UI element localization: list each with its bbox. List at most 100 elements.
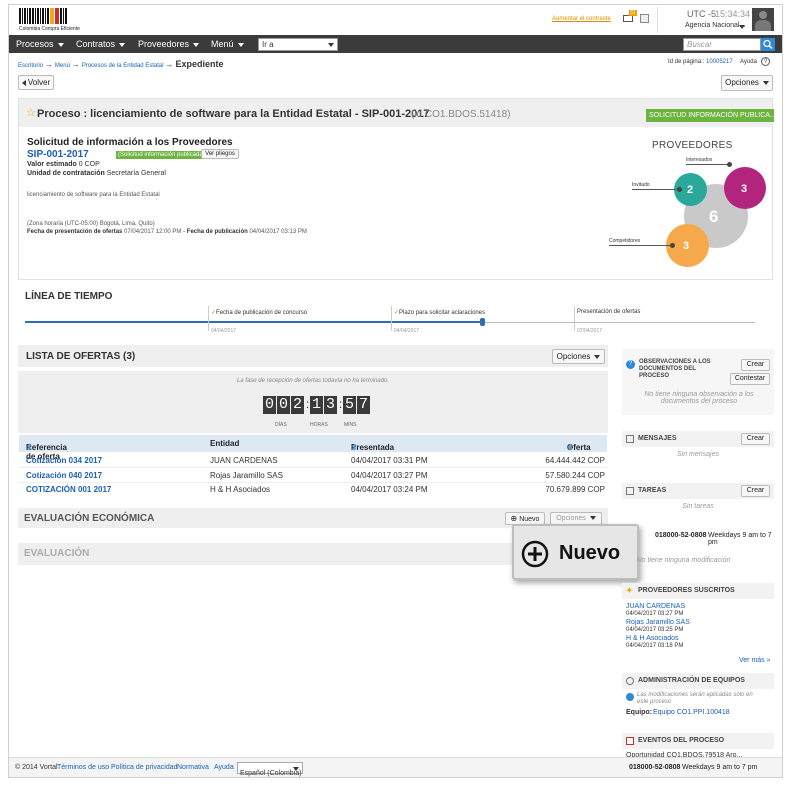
timeline-event-date: 04/04/2017 bbox=[211, 328, 237, 334]
table-row: Cotización 040 2017 Rojas Jaramillo SAS … bbox=[19, 469, 607, 483]
back-button[interactable]: Volver bbox=[18, 75, 54, 90]
options-button[interactable]: Opciones bbox=[721, 75, 773, 91]
offer-ref-link[interactable]: Cotización 040 2017 bbox=[26, 471, 102, 480]
bubble-competitors-value: 3 bbox=[683, 240, 690, 252]
footer-support-phone: 018000-52-0808 bbox=[629, 764, 681, 771]
nav-procesos[interactable]: Procesos bbox=[16, 35, 64, 53]
teams-header: ADMINISTRACIÓN DE EQUIPOS bbox=[622, 673, 774, 689]
increase-contrast-link[interactable]: Aumentar el contraste bbox=[552, 16, 611, 22]
eval-econ-title: EVALUACIÓN ECONÓMICA bbox=[24, 513, 155, 524]
observations-create-button[interactable]: Crear bbox=[741, 359, 770, 371]
colombia-compra-logo[interactable]: Colombia Compra Eficiente bbox=[19, 8, 83, 32]
zoom-callout: Nuevo bbox=[512, 524, 639, 580]
offer-date: 04/04/2017 03:24 PM bbox=[351, 485, 428, 494]
process-number-status: (Solicitud información publicada) bbox=[116, 151, 207, 159]
footer-terms-link[interactable]: Términos de uso bbox=[57, 764, 109, 771]
est-value-label: Valor estimado 0 COP bbox=[27, 161, 100, 168]
nav-contratos[interactable]: Contratos bbox=[76, 35, 126, 53]
clipboard-icon bbox=[626, 487, 634, 495]
view-pliegos-button[interactable]: Ver pliegos bbox=[201, 149, 239, 159]
observations-reply-button[interactable]: Contestar bbox=[730, 373, 770, 385]
offers-title: LISTA DE OFERTAS (3) bbox=[26, 351, 136, 362]
nav-menu[interactable]: Menú bbox=[211, 35, 244, 53]
language-select[interactable]: Español (Colombia) bbox=[237, 762, 303, 777]
subscribed-supplier-link[interactable]: Rojas Jaramillo SAS bbox=[626, 619, 690, 626]
breadcrumb-escritorio[interactable]: Escritorio bbox=[18, 63, 43, 69]
timeline-marker[interactable] bbox=[480, 318, 485, 326]
agency-selector[interactable]: Agencia Nacional... bbox=[685, 22, 745, 29]
breadcrumb-menu[interactable]: Menú bbox=[55, 63, 70, 69]
eval-econ-options-label: Opciones bbox=[556, 515, 586, 522]
footer-privacy-link[interactable]: Política de privacidad bbox=[111, 764, 178, 771]
team-icon bbox=[626, 677, 634, 685]
countdown-timer: 002:13:57 bbox=[263, 396, 371, 414]
process-number-link[interactable]: SIP-001-2017 bbox=[27, 149, 89, 160]
process-description: licenciamiento de software para la Entid… bbox=[27, 192, 160, 198]
timeline-divider bbox=[391, 306, 392, 331]
see-more-link[interactable]: Ver más » bbox=[739, 657, 771, 664]
user-avatar[interactable] bbox=[752, 8, 774, 31]
messages-create-button[interactable]: Crear bbox=[741, 433, 770, 445]
offers-options-label: Opciones bbox=[556, 352, 591, 361]
offer-ref-link[interactable]: COTIZACIÓN 001 2017 bbox=[26, 485, 111, 494]
page-id[interactable]: 10005217 bbox=[706, 59, 733, 65]
countdown-digit: 0 bbox=[263, 396, 276, 414]
search-button[interactable] bbox=[761, 38, 775, 51]
utc-label: UTC -5 bbox=[687, 9, 716, 19]
tasks-create-button[interactable]: Crear bbox=[741, 485, 770, 497]
calendar-icon[interactable] bbox=[640, 14, 649, 23]
subscribed-supplier-link[interactable]: H & H Asociados bbox=[626, 635, 679, 642]
star-icon[interactable]: ☆ bbox=[26, 106, 36, 119]
offer-ref-link[interactable]: Cotización 034 2017 bbox=[26, 456, 102, 465]
countdown-days: 002 bbox=[263, 396, 305, 414]
competitors-dot bbox=[670, 243, 675, 248]
suppliers-chart-title: PROVEEDORES bbox=[652, 140, 733, 151]
chevron-down-icon bbox=[57, 42, 64, 47]
goto-select[interactable]: Ir a bbox=[258, 38, 338, 51]
subscribed-supplier-link[interactable]: JUAN CARDENAS bbox=[626, 603, 685, 610]
footer-help-link[interactable]: Ayuda bbox=[214, 764, 234, 771]
observations-title: OBSERVACIONES A LOS DOCUMENTOS DEL PROCE… bbox=[639, 359, 711, 379]
interested-label: Interesados bbox=[686, 157, 713, 163]
breadcrumb-procesos[interactable]: Procesos de la Entidad Estatal bbox=[82, 63, 164, 69]
events-title: EVENTOS DEL PROCESO bbox=[638, 737, 725, 744]
help-icon[interactable]: ? bbox=[761, 57, 770, 66]
offer-entity: JUAN CARDENAS bbox=[210, 456, 278, 465]
goto-select-label: Ir a bbox=[262, 40, 274, 49]
offer-entity: Rojas Jaramillo SAS bbox=[210, 471, 283, 480]
chevron-down-icon bbox=[293, 767, 299, 771]
offer-amount: 64.444.442 COP bbox=[545, 456, 605, 465]
subscribed-supplier-date: 04/04/2017 03:25 PM bbox=[626, 627, 684, 633]
nav-contratos-label: Contratos bbox=[76, 39, 116, 49]
invited-label: Invitado bbox=[632, 182, 650, 188]
invited-leader-line bbox=[632, 189, 678, 190]
copyright: © 2014 Vortal bbox=[15, 764, 58, 771]
offer-amount: 57.580.244 COP bbox=[545, 471, 605, 480]
unit-label: Unidad de contratación Secretaría Genera… bbox=[27, 170, 166, 177]
offers-options-button[interactable]: Opciones bbox=[552, 349, 605, 364]
team-link[interactable]: Equipo CO1.PPI.100418 bbox=[653, 709, 730, 716]
countdown-digit: 1 bbox=[310, 396, 323, 414]
question-icon: ? bbox=[626, 360, 635, 369]
plus-circle-icon: ⊕ bbox=[510, 514, 518, 523]
search-input[interactable]: Buscar bbox=[683, 38, 761, 51]
footer-regulations-link[interactable]: Normativa bbox=[177, 764, 209, 771]
support-hours: Weekdays 9 am to 7 pm bbox=[708, 532, 772, 546]
timezone-note: (Zona horaria (UTC-05:00) Bogotá, Lima, … bbox=[27, 221, 155, 227]
timeline-divider bbox=[574, 306, 575, 331]
help-link[interactable]: Ayuda bbox=[740, 59, 757, 65]
timeline-divider bbox=[208, 306, 209, 331]
countdown-mins: 57 bbox=[343, 396, 371, 414]
countdown-digit: 5 bbox=[343, 396, 356, 414]
unit-value: Secretaría General bbox=[106, 170, 166, 177]
envelope-icon[interactable] bbox=[623, 15, 633, 22]
table-row: Cotización 034 2017 JUAN CARDENAS 04/04/… bbox=[19, 454, 607, 468]
chevron-down-icon bbox=[328, 43, 334, 47]
chevron-down-icon bbox=[119, 42, 126, 47]
teams-note: Las modificaciones serán aplicadas sólo … bbox=[637, 692, 753, 705]
timeline-event-date: 07/04/2017 bbox=[577, 328, 603, 334]
chevron-down-icon bbox=[193, 42, 200, 47]
nav-proveedores[interactable]: Proveedores bbox=[138, 35, 200, 53]
bubble-total-value: 6 bbox=[709, 207, 719, 226]
chevron-down-icon[interactable] bbox=[739, 25, 745, 29]
